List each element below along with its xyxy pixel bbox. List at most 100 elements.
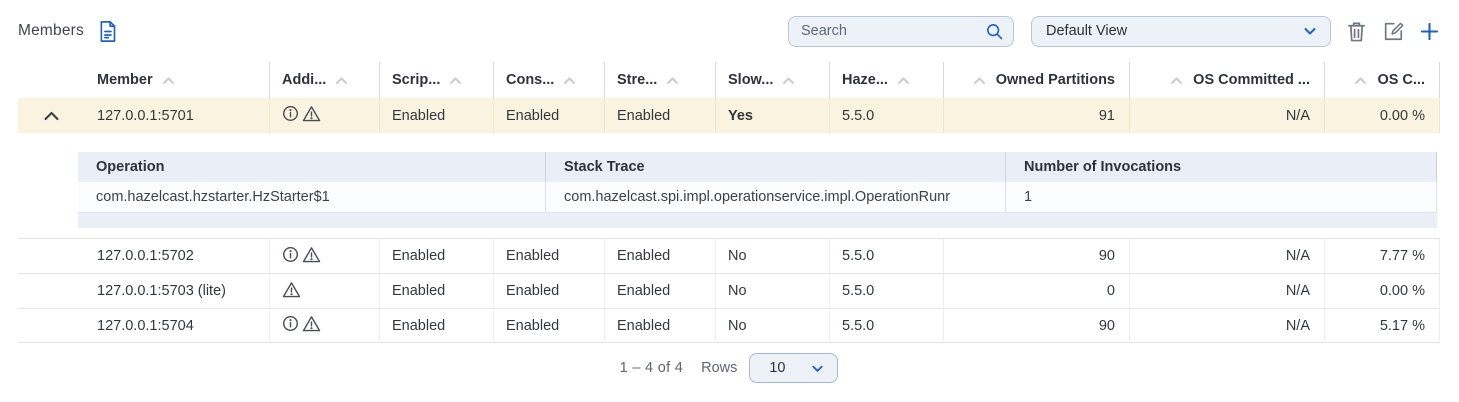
- warning-icon[interactable]: [302, 105, 321, 126]
- info-icon[interactable]: [282, 105, 299, 126]
- os-cpu-value: 5.17 %: [1325, 309, 1440, 342]
- column-header-expander: [18, 62, 85, 98]
- console-status: Enabled: [494, 98, 605, 133]
- table-row[interactable]: 127.0.0.1:5701 Enabled Enabled Enabled Y…: [18, 98, 1440, 133]
- detail-column-stack-trace: Stack Trace: [545, 152, 1005, 182]
- slow-operations-value: No: [716, 274, 830, 308]
- info-icon[interactable]: [282, 315, 299, 336]
- column-header-additional[interactable]: Addi...: [270, 62, 380, 98]
- owned-partitions-value: 90: [944, 309, 1130, 342]
- os-committed-value: N/A: [1130, 239, 1325, 273]
- table-row[interactable]: 127.0.0.1:5703 (lite) Enabled Enabled En…: [18, 273, 1440, 308]
- additional-info-cell: [270, 309, 380, 342]
- view-select-value: Default View: [1046, 23, 1127, 39]
- sort-chevron-icon: [782, 76, 795, 85]
- invocations-count: 1: [1005, 182, 1437, 212]
- hazelcast-version: 5.5.0: [830, 98, 944, 133]
- console-status: Enabled: [494, 239, 605, 273]
- additional-info-cell: [270, 98, 380, 133]
- sort-chevron-icon: [563, 76, 576, 85]
- operation-class: com.hazelcast.hzstarter.HzStarter$1: [78, 182, 545, 212]
- owned-partitions-value: 90: [944, 239, 1130, 273]
- expander-cell[interactable]: [18, 274, 85, 308]
- sort-chevron-icon: [1354, 76, 1367, 85]
- console-status: Enabled: [494, 309, 605, 342]
- column-header-os-committed[interactable]: OS Committed ...: [1130, 62, 1325, 98]
- collapse-row-icon[interactable]: [43, 110, 60, 121]
- detail-row[interactable]: com.hazelcast.hzstarter.HzStarter$1 com.…: [78, 182, 1437, 213]
- console-status: Enabled: [494, 274, 605, 308]
- additional-info-cell: [270, 274, 380, 308]
- table-row[interactable]: 127.0.0.1:5702 Enabled Enabled Enabled N…: [18, 238, 1440, 273]
- rows-per-page-select[interactable]: 10: [749, 353, 838, 383]
- slow-operations-value: Yes: [716, 98, 830, 133]
- owned-partitions-value: 0: [944, 274, 1130, 308]
- column-header-owned-partitions[interactable]: Owned Partitions: [944, 62, 1130, 98]
- search-input[interactable]: [788, 16, 1014, 47]
- toolbar-actions: Default View: [788, 16, 1440, 47]
- streaming-status: Enabled: [605, 239, 716, 273]
- expander-cell[interactable]: [18, 309, 85, 342]
- column-header-os-cpu[interactable]: OS C...: [1325, 62, 1440, 98]
- column-header-member[interactable]: Member: [85, 62, 270, 98]
- os-cpu-value: 0.00 %: [1325, 274, 1440, 308]
- hazelcast-version: 5.5.0: [830, 239, 944, 273]
- column-header-scripting[interactable]: Scrip...: [380, 62, 494, 98]
- pagination: 1 – 4 of 4 Rows 10: [18, 352, 1440, 384]
- os-cpu-value: 0.00 %: [1325, 98, 1440, 133]
- member-address: 127.0.0.1:5704: [85, 309, 270, 342]
- plus-icon[interactable]: [1419, 21, 1440, 42]
- sort-chevron-icon: [449, 76, 462, 85]
- table-row[interactable]: 127.0.0.1:5704 Enabled Enabled Enabled N…: [18, 308, 1440, 343]
- view-select[interactable]: Default View: [1031, 16, 1331, 47]
- column-header-streaming[interactable]: Stre...: [605, 62, 716, 98]
- additional-info-cell: [270, 239, 380, 273]
- os-cpu-value: 7.77 %: [1325, 239, 1440, 273]
- search-box: [788, 16, 1014, 47]
- members-page: Members Default View: [0, 0, 1459, 384]
- table-header-row: Member Addi... Scrip... Cons... Stre... …: [18, 62, 1440, 98]
- chevron-down-icon: [810, 361, 825, 376]
- warning-icon[interactable]: [282, 281, 301, 302]
- detail-column-invocations: Number of Invocations: [1005, 152, 1437, 182]
- slow-operations-value: No: [716, 309, 830, 342]
- column-header-hazelcast-version[interactable]: Haze...: [830, 62, 944, 98]
- search-icon: [985, 22, 1004, 46]
- sort-chevron-icon: [666, 76, 679, 85]
- expander-cell[interactable]: [18, 239, 85, 273]
- member-address: 127.0.0.1:5703 (lite): [85, 274, 270, 308]
- pagination-range: 1 – 4 of 4: [620, 360, 683, 376]
- edit-icon[interactable]: [1382, 20, 1404, 42]
- column-header-console[interactable]: Cons...: [494, 62, 605, 98]
- sort-chevron-icon: [1170, 76, 1183, 85]
- warning-icon[interactable]: [302, 246, 321, 267]
- rows-per-page-value: 10: [769, 360, 785, 376]
- members-table: Member Addi... Scrip... Cons... Stre... …: [18, 62, 1440, 343]
- streaming-status: Enabled: [605, 274, 716, 308]
- scripting-status: Enabled: [380, 98, 494, 133]
- sort-chevron-icon: [335, 76, 348, 85]
- slow-operations-detail-table: Operation Stack Trace Number of Invocati…: [78, 152, 1437, 228]
- trash-icon[interactable]: [1346, 20, 1367, 43]
- rows-per-page-label: Rows: [701, 360, 737, 376]
- warning-icon[interactable]: [302, 315, 321, 336]
- slow-operations-value: No: [716, 239, 830, 273]
- os-committed-value: N/A: [1130, 309, 1325, 342]
- detail-header-row: Operation Stack Trace Number of Invocati…: [78, 152, 1437, 182]
- stack-trace-text: com.hazelcast.spi.impl.operationservice.…: [545, 182, 1005, 212]
- sort-chevron-icon: [162, 76, 175, 85]
- member-address: 127.0.0.1:5702: [85, 239, 270, 273]
- streaming-status: Enabled: [605, 98, 716, 133]
- column-header-slow-operations[interactable]: Slow...: [716, 62, 830, 98]
- page-title: Members: [18, 22, 84, 40]
- hazelcast-version: 5.5.0: [830, 274, 944, 308]
- hazelcast-version: 5.5.0: [830, 309, 944, 342]
- scripting-status: Enabled: [380, 239, 494, 273]
- info-icon[interactable]: [282, 246, 299, 267]
- document-icon[interactable]: [97, 20, 118, 43]
- owned-partitions-value: 91: [944, 98, 1130, 133]
- streaming-status: Enabled: [605, 309, 716, 342]
- scripting-status: Enabled: [380, 274, 494, 308]
- sort-chevron-icon: [973, 76, 986, 85]
- sort-chevron-icon: [897, 76, 910, 85]
